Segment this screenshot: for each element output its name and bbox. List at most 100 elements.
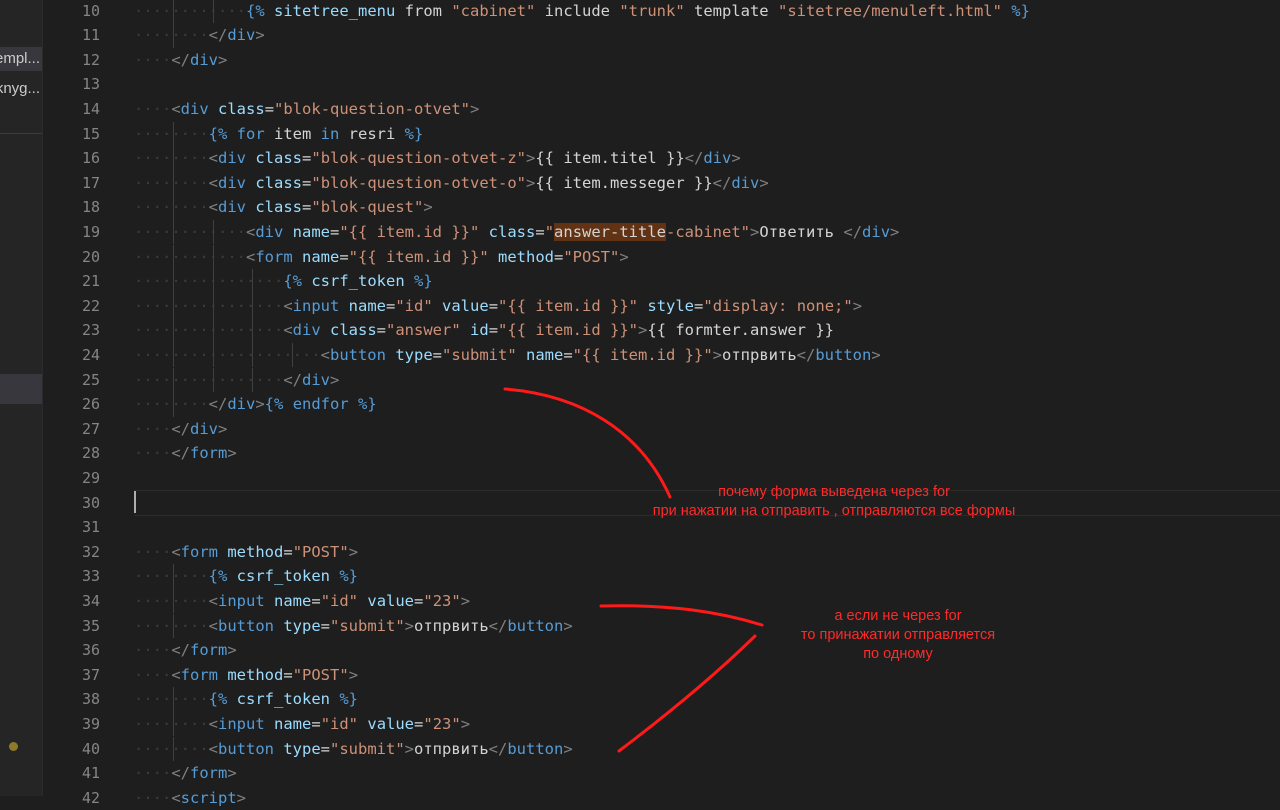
indent-whitespace: ···· [134,419,172,438]
code-token: {% [208,124,228,143]
annotation-text: то принажатии отправляется [800,627,996,643]
indent-whitespace: ········ [134,591,209,610]
code-token: div [218,173,246,192]
code-line[interactable]: ····</form> [134,441,237,466]
sidebar-file-item[interactable]: templ... [0,47,42,71]
code-line[interactable]: ····</div> [134,48,227,73]
code-line[interactable]: ····</form> [134,761,237,786]
code-line[interactable]: ················<input name="id" value="… [134,294,862,319]
sidebar-selected-row[interactable] [0,374,42,404]
indent-guide [173,367,175,393]
code-token: "{{ item.id }}" [572,345,713,364]
code-line[interactable]: ················</div> [134,368,339,393]
code-token: = [432,345,442,364]
folder-chevron-icon[interactable]: › [10,0,20,5]
code-token: > [255,395,265,414]
indent-whitespace: ···· [134,764,172,783]
code-token: "id" [395,296,433,315]
indent-guide [212,367,214,393]
code-line[interactable]: ········<button type="submit">отпрвить</… [134,614,573,639]
code-token: "cabinet" [451,1,536,20]
code-token: {{ formter.answer }} [647,321,834,340]
indent-whitespace: ········ [134,690,209,709]
code-line[interactable]: ············{% sitetree_menu from "cabin… [134,0,1030,23]
code-line[interactable]: ····<form method="POST"> [134,540,358,565]
code-line[interactable]: ············<div name="{{ item.id }}" cl… [134,220,899,245]
code-line[interactable]: ········<div class="blok-quest"> [134,195,433,220]
code-token: %} [358,395,377,414]
code-line[interactable]: ········{% csrf_token %} [134,687,358,712]
code-line[interactable]: ········<div class="blok-question-otvet-… [134,146,741,171]
indent-guide [173,687,175,712]
sidebar-file-item[interactable]: knyg... [0,77,42,101]
indent-whitespace: ········ [134,616,209,635]
code-token: name [274,591,312,610]
line-number: 25 [81,370,100,389]
code-token: {% [208,690,228,709]
line-number-gutter: 10 11 12 13 14 15 16 17 18 19 20 21 22 23 24 25 26 27 28 29… [42,0,128,807]
code-token: > [460,591,471,610]
indent-whitespace: ········ [134,714,209,733]
indent-whitespace: ········ [134,149,209,168]
code-line[interactable]: ········{% csrf_token %} [134,564,358,589]
code-line[interactable]: ····</form> [134,638,237,663]
code-line[interactable]: ····<form method="POST"> [134,663,358,688]
code-line[interactable]: ········<div class="blok-question-otvet-… [134,171,769,196]
code-token: = [376,321,387,340]
indent-guide [173,342,175,368]
line-number: 42 [81,788,100,807]
code-line[interactable]: ················{% csrf_token %} [134,269,433,294]
code-token: > [759,173,769,192]
code-line[interactable]: ····<div class="blok-question-otvet"> [134,97,479,122]
indent-guide [173,23,175,48]
code-editor[interactable]: ············{% sitetree_menu from "cabin… [134,0,1280,807]
code-line[interactable]: ················<div class="answer" id="… [134,318,834,343]
indent-whitespace: ················ [134,370,284,389]
code-line[interactable]: ········<input name="id" value="23"> [134,589,470,614]
code-token: div [703,149,732,168]
code-token: " [544,222,555,241]
indent-guide [212,0,214,24]
code-token: </ [208,395,228,414]
code-token: %} [1011,1,1030,20]
line-number: 33 [81,567,100,586]
code-token: class [330,321,377,340]
code-token: div [292,321,321,340]
indent-guide [212,244,214,270]
code-line[interactable]: ····</div> [134,417,227,442]
code-line[interactable]: ········{% for item in resri %} [134,122,423,147]
code-line[interactable]: ····<script> [134,786,246,810]
code-token: div [180,99,209,118]
code-token: csrf_token [236,690,330,709]
line-number: 20 [81,247,100,266]
code-token: input [218,591,265,610]
code-line[interactable]: ········<button type="submit">отпрвить</… [134,737,573,762]
code-line[interactable]: ····················<button type="submit… [134,343,881,368]
code-token: for [236,124,265,143]
code-token: > [526,173,536,192]
code-line[interactable]: ········</div> [134,23,265,48]
code-token: button [815,345,872,364]
code-token: div [862,222,891,241]
code-line[interactable]: ········</div>{% endfor %} [134,392,377,417]
line-number: 26 [81,395,100,414]
code-token: %} [339,567,359,586]
code-token: "23" [423,591,461,610]
line-number: 18 [81,198,100,217]
line-number: 41 [81,764,100,783]
code-line[interactable]: ········<input name="id" value="23"> [134,712,470,737]
sidebar-divider [0,133,42,134]
indent-guide [173,195,175,220]
indent-guide [173,711,175,737]
code-line[interactable]: ············<form name="{{ item.id }}" m… [134,245,629,270]
code-token: form [190,764,228,783]
indent-guide [173,613,175,639]
line-number: 14 [81,99,100,118]
